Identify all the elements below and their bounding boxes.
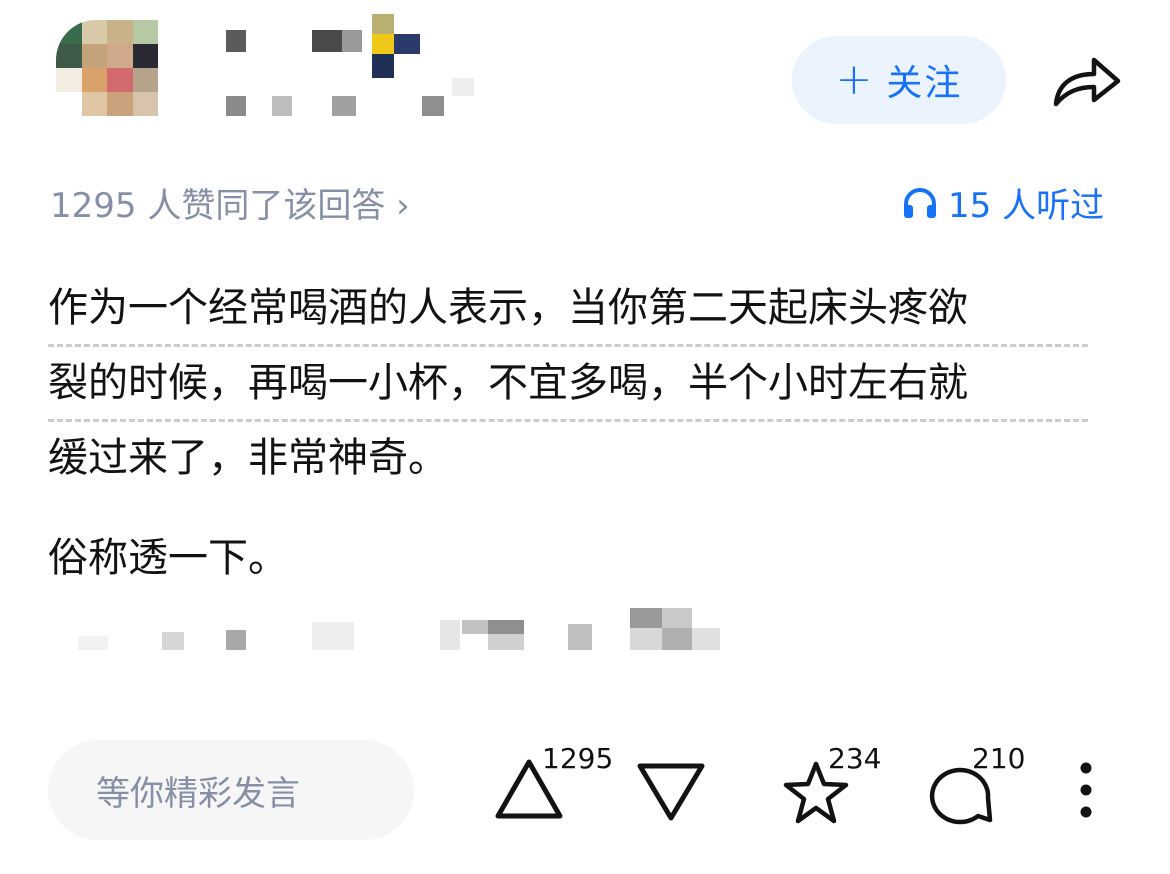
answer-line: 缓过来了，非常神奇。	[48, 435, 448, 481]
downvote-button[interactable]	[636, 760, 706, 822]
upvote-count: 1295	[542, 742, 614, 775]
answer-line: 作为一个经常喝酒的人表示，当你第二天起床头疼欲	[48, 272, 1088, 347]
follow-button[interactable]: + 关注	[792, 36, 1006, 124]
upvote-summary-link[interactable]: 1295 人赞同了该回答 ›	[50, 178, 410, 227]
listened-count[interactable]: 15 人听过	[902, 178, 1104, 227]
listened-text: 15 人听过	[948, 186, 1105, 226]
answer-body: 作为一个经常喝酒的人表示，当你第二天起床头疼欲 裂的时候，再喝一小杯，不宜多喝，…	[48, 272, 1118, 594]
comment-placeholder: 等你精彩发言	[96, 773, 300, 814]
answer-line: 裂的时候，再喝一小杯，不宜多喝，半个小时左右就	[48, 347, 1088, 422]
plus-icon: +	[835, 54, 875, 105]
more-icon	[1080, 762, 1092, 818]
favorite-count: 234	[828, 742, 882, 775]
avatar[interactable]	[56, 20, 184, 116]
follow-label: 关注	[886, 63, 963, 104]
more-button[interactable]	[1074, 760, 1098, 820]
share-icon[interactable]	[1050, 50, 1124, 110]
headphones-icon	[904, 187, 936, 218]
comment-count: 210	[972, 742, 1026, 775]
comment-input[interactable]: 等你精彩发言	[48, 740, 414, 840]
answer-paragraph: 作为一个经常喝酒的人表示，当你第二天起床头疼欲 裂的时候，再喝一小杯，不宜多喝，…	[48, 272, 1118, 494]
downvote-icon	[637, 763, 705, 821]
blurred-text	[70, 606, 730, 654]
answer-paragraph: 俗称透一下。	[48, 535, 288, 581]
author-name[interactable]	[222, 8, 482, 118]
